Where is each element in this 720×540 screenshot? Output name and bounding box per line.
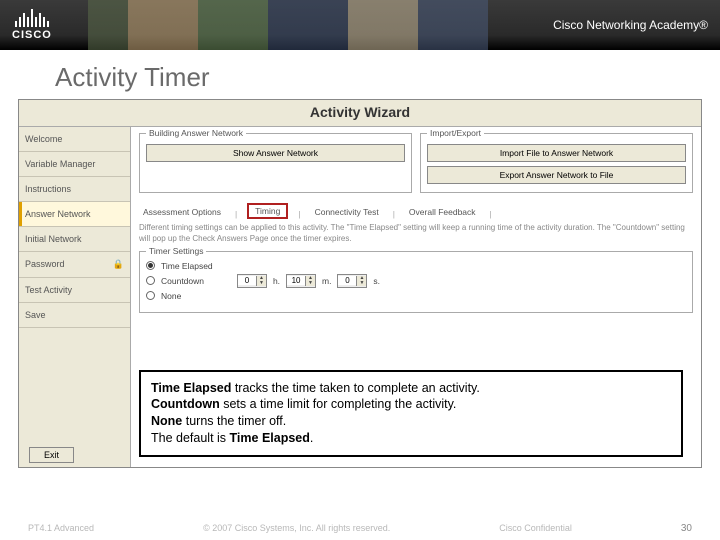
- export-file-button[interactable]: Export Answer Network to File: [427, 166, 686, 184]
- wizard-main-panel: Building Answer Network Show Answer Netw…: [131, 127, 701, 467]
- tab-timing[interactable]: Timing: [247, 203, 288, 219]
- radio-label: None: [161, 291, 181, 301]
- radio-time-elapsed[interactable]: [146, 261, 155, 270]
- chevron-down-icon[interactable]: ▼: [305, 281, 315, 286]
- callout-text: sets a time limit for completing the act…: [220, 397, 457, 411]
- cisco-bars-icon: [15, 9, 49, 27]
- sidebar-item-password[interactable]: Password 🔒: [19, 252, 130, 278]
- group-legend: Timer Settings: [146, 246, 206, 256]
- sidebar-item-instructions[interactable]: Instructions: [19, 177, 130, 202]
- callout-term: Time Elapsed: [230, 431, 310, 445]
- seconds-stepper[interactable]: ▲▼: [337, 274, 367, 288]
- sidebar-item-answer-network[interactable]: Answer Network: [19, 202, 130, 227]
- callout-term: Time Elapsed: [151, 381, 231, 395]
- callout-text: tracks the time taken to complete an act…: [231, 381, 480, 395]
- wizard-sidebar: Welcome Variable Manager Instructions An…: [19, 127, 131, 467]
- wizard-title: Activity Wizard: [19, 100, 701, 126]
- footer-copyright: © 2007 Cisco Systems, Inc. All rights re…: [203, 523, 390, 534]
- minutes-label: m.: [322, 276, 331, 286]
- page-number: 30: [681, 523, 692, 534]
- callout-text: .: [310, 431, 313, 445]
- exit-button[interactable]: Exit: [29, 447, 74, 463]
- assessment-tabs: Assessment Options | Timing | Connectivi…: [139, 203, 693, 219]
- sidebar-item-save[interactable]: Save: [19, 303, 130, 328]
- group-legend: Building Answer Network: [146, 128, 246, 138]
- callout-term: None: [151, 414, 186, 428]
- sidebar-item-welcome[interactable]: Welcome: [19, 127, 130, 152]
- minutes-input[interactable]: [287, 276, 305, 285]
- tab-assessment-options[interactable]: Assessment Options: [139, 205, 225, 219]
- footer-left: PT4.1 Advanced: [28, 523, 94, 534]
- footer-confidential: Cisco Confidential: [499, 523, 572, 534]
- banner-photo-strip: [88, 0, 488, 50]
- hours-stepper[interactable]: ▲▼: [237, 274, 267, 288]
- radio-none[interactable]: [146, 291, 155, 300]
- slide-title: Activity Timer: [0, 50, 720, 99]
- sidebar-item-test-activity[interactable]: Test Activity: [19, 278, 130, 303]
- radio-label: Time Elapsed: [161, 261, 213, 271]
- seconds-input[interactable]: [338, 276, 356, 285]
- timer-settings-group: Timer Settings Time Elapsed Countdown ▲▼…: [139, 251, 693, 313]
- timing-description: Different timing settings can be applied…: [139, 223, 693, 245]
- show-answer-network-button[interactable]: Show Answer Network: [146, 144, 405, 162]
- seconds-label: s.: [373, 276, 380, 286]
- answer-network-group: Building Answer Network Show Answer Netw…: [139, 133, 412, 193]
- cisco-logo-text: CISCO: [12, 29, 52, 41]
- sidebar-item-label: Password: [25, 259, 65, 269]
- import-file-button[interactable]: Import File to Answer Network: [427, 144, 686, 162]
- tab-overall-feedback[interactable]: Overall Feedback: [405, 205, 480, 219]
- activity-wizard-window: Activity Wizard Welcome Variable Manager…: [18, 99, 702, 468]
- chevron-down-icon[interactable]: ▼: [356, 281, 366, 286]
- callout-text: The default is: [151, 431, 230, 445]
- cisco-logo: CISCO: [12, 9, 52, 41]
- sidebar-item-initial-network[interactable]: Initial Network: [19, 227, 130, 252]
- slide-footer: PT4.1 Advanced © 2007 Cisco Systems, Inc…: [0, 523, 720, 534]
- callout-term: Countdown: [151, 397, 220, 411]
- chevron-down-icon[interactable]: ▼: [256, 281, 266, 286]
- academy-label: Cisco Networking Academy®: [553, 18, 708, 32]
- top-banner: CISCO Cisco Networking Academy®: [0, 0, 720, 50]
- radio-label: Countdown: [161, 276, 231, 286]
- radio-countdown[interactable]: [146, 276, 155, 285]
- minutes-stepper[interactable]: ▲▼: [286, 274, 316, 288]
- tab-connectivity-test[interactable]: Connectivity Test: [311, 205, 383, 219]
- callout-text: turns the timer off.: [186, 414, 287, 428]
- group-legend: Import/Export: [427, 128, 484, 138]
- sidebar-item-variable-manager[interactable]: Variable Manager: [19, 152, 130, 177]
- explanation-callout: Time Elapsed tracks the time taken to co…: [139, 370, 683, 458]
- lock-icon: 🔒: [113, 259, 124, 270]
- hours-input[interactable]: [238, 276, 256, 285]
- hours-label: h.: [273, 276, 280, 286]
- import-export-group: Import/Export Import File to Answer Netw…: [420, 133, 693, 193]
